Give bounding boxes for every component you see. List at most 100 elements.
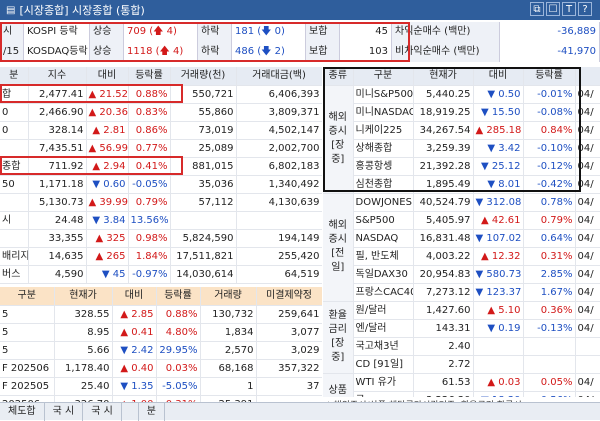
index-volume: 57,112 xyxy=(170,193,237,212)
index-value: 4,590 xyxy=(28,265,87,284)
kospi-highlight xyxy=(0,84,183,103)
futures-pct: 29.95% xyxy=(156,341,201,360)
world-change: ▲ 12.32 xyxy=(473,247,524,266)
table-row[interactable]: 독일DAX30 20,954.83 ▼ 580.73 2.85% 04/ xyxy=(323,265,600,284)
table-row[interactable]: 33,355 ▲ 325 0.98% 5,824,590 194,149 xyxy=(0,229,322,248)
table-row[interactable]: 배리지 14,635 ▲ 265 1.84% 17,511,821 255,420 xyxy=(0,247,322,266)
futures-change: ▲ 1.00 xyxy=(112,395,157,402)
table-row[interactable]: NASDAQ 16,831.48 ▼ 107.02 0.64% 04/ xyxy=(323,229,600,248)
index-amount: 255,420 xyxy=(236,247,322,266)
futures-change: ▲ 0.41 xyxy=(112,323,157,342)
futures-open-interest: 357,322 xyxy=(256,359,322,378)
world-price: 3,226.30 xyxy=(413,391,474,397)
futures-price: 8.95 xyxy=(54,323,113,342)
index-value: 7,435.51 xyxy=(28,139,87,158)
column-header[interactable]: 분 xyxy=(0,67,29,86)
world-date xyxy=(575,355,600,374)
column-header[interactable]: 등락률 xyxy=(128,67,171,86)
world-pct: 0.31% xyxy=(523,247,576,266)
bottom-tab[interactable]: 분 xyxy=(139,402,165,421)
futures-volume: 130,732 xyxy=(200,305,257,324)
table-row[interactable]: 버스 4,590 ▼ 45 -0.97% 14,030,614 64,519 xyxy=(0,265,322,284)
world-price: 61.53 xyxy=(413,373,474,392)
futures-price: 326.70 xyxy=(54,395,113,402)
futures-volume: 1 xyxy=(200,377,257,396)
table-row[interactable]: 국고채3년 2.40 xyxy=(323,337,600,356)
column-header[interactable]: 대비 xyxy=(112,287,157,306)
table-row[interactable]: 프랑스CAC40 7,273.12 ▼ 123.37 1.67% 04/ xyxy=(323,283,600,302)
column-header[interactable]: 거래대금(백) xyxy=(236,67,322,86)
world-date: 04/ xyxy=(575,229,600,248)
table-row[interactable]: 50 1,171.18 ▼ 0.60 -0.05% 35,036 1,340,492 xyxy=(0,175,322,194)
text-size-icon[interactable]: T xyxy=(562,2,576,16)
bottom-tab[interactable] xyxy=(122,402,139,421)
world-name: CD [91일] xyxy=(353,355,414,374)
table-row[interactable]: 해외 증시 [전일] DOWJONES 40,524.79 ▼ 312.08 0.78% 04… xyxy=(323,193,600,302)
table-row[interactable]: 필, 반도체 4,003.22 ▲ 12.32 0.31% 04/ xyxy=(323,247,600,266)
index-value: 5,130.73 xyxy=(28,193,87,212)
world-name: S&P500 xyxy=(353,211,414,230)
world-price: 40,524.79 xyxy=(413,193,474,212)
bottom-tab[interactable]: 국 시 xyxy=(83,402,122,421)
column-header[interactable]: 현재가 xyxy=(54,287,113,306)
table-row[interactable]: 엔/달러 143.31 ▼ 0.19 -0.13% 04/ xyxy=(323,319,600,338)
index-name xyxy=(0,139,29,158)
column-header[interactable]: 거래량 xyxy=(200,287,257,306)
help-icon[interactable]: ? xyxy=(578,2,592,16)
index-pct: 0.83% xyxy=(128,103,171,122)
index-amount: 6,406,393 xyxy=(236,85,322,104)
bottom-tab[interactable]: 국 시 xyxy=(45,402,84,421)
column-header[interactable]: 미결제약정 xyxy=(256,287,322,306)
table-row[interactable]: S&P500 5,405.97 ▲ 42.61 0.79% 04/ xyxy=(323,211,600,230)
pin-icon[interactable]: ☐ xyxy=(546,2,560,16)
table-row[interactable]: 시 24.48 ▼ 3.84 13.56% xyxy=(0,211,322,230)
world-price: 4,003.22 xyxy=(413,247,474,266)
table-row[interactable]: CD [91일] 2.72 xyxy=(323,355,600,374)
bottom-tab[interactable]: 체도합 xyxy=(0,402,45,421)
world-change: ▼ 312.08 xyxy=(473,193,524,212)
index-volume: 17,511,821 xyxy=(170,247,237,266)
futures-price: 25.40 xyxy=(54,377,113,396)
table-row[interactable]: 7,435.51 ▲ 56.99 0.77% 25,089 2,002,700 xyxy=(0,139,322,158)
table-row[interactable]: 5 328.55 ▲ 2.85 0.88% 130,732 259,641 xyxy=(0,305,322,324)
futures-name: F 202505 xyxy=(0,377,55,396)
table-row[interactable]: 상품 WTI 유가 61.53 ▲ 0.03 0.05% 04/ xyxy=(323,373,600,397)
index-amount: 6,802,183 xyxy=(236,157,322,176)
column-header[interactable]: 구분 xyxy=(0,287,55,306)
index-name: 버스 xyxy=(0,265,29,284)
world-pct xyxy=(523,355,576,374)
link-icon[interactable]: ⧉ xyxy=(530,2,544,16)
column-header[interactable]: 대비 xyxy=(86,67,129,86)
world-change: ▼ 107.02 xyxy=(473,229,524,248)
index-name: 50 xyxy=(0,175,29,194)
futures-volume: 2,570 xyxy=(200,341,257,360)
world-name: 프랑스CAC40 xyxy=(353,283,414,302)
table-row[interactable]: 5 8.95 ▲ 0.41 4.80% 1,834 3,077 xyxy=(0,323,322,342)
index-pct: 1.84% xyxy=(128,247,171,266)
table-row[interactable]: F 202506 1,178.40 ▲ 0.40 0.03% 68,168 357,322 xyxy=(0,359,322,378)
bottom-tab-bar: 체도합 국 시국 시분 xyxy=(0,402,600,421)
table-row[interactable]: 202506326.70▲ 1.000.31%25,391 xyxy=(0,395,322,402)
index-amount: 194,149 xyxy=(236,229,322,248)
column-header[interactable]: 지수 xyxy=(28,67,87,86)
index-value: 1,171.18 xyxy=(28,175,87,194)
table-row[interactable]: F 202505 25.40 ▼ 1.35 -5.05% 1 37 xyxy=(0,377,322,396)
world-name: 금 xyxy=(353,391,414,397)
index-name: 0 xyxy=(0,103,29,122)
down-arrow-icon: ▼ xyxy=(92,178,101,190)
table-row[interactable]: 0 2,466.90 ▲ 20.36 0.83% 55,860 3,809,371 xyxy=(0,103,322,122)
column-header[interactable]: 거래량(천) xyxy=(170,67,237,86)
table-row[interactable]: 5 5.66 ▼ 2.42 29.95% 2,570 3,029 xyxy=(0,341,322,360)
index-amount: 2,002,700 xyxy=(236,139,322,158)
index-pct: -0.97% xyxy=(128,265,171,284)
table-row[interactable]: 환율 금리 [장중] 원/달러 1,427.60 ▲ 5.10 0.36% 04/ xyxy=(323,301,600,374)
table-row[interactable]: 5,130.73 ▲ 39.99 0.79% 57,112 4,130,639 xyxy=(0,193,322,212)
index-volume: 55,860 xyxy=(170,103,237,122)
up-arrow-icon: ▲ xyxy=(120,326,129,338)
table-row[interactable]: 금3,226.30▼ 18.30-0.56%04/ xyxy=(323,391,600,397)
futures-open-interest xyxy=(256,395,322,402)
column-header[interactable]: 등락률 xyxy=(156,287,201,306)
table-row[interactable]: 0 328.14 ▲ 2.81 0.86% 73,019 4,502,147 xyxy=(0,121,322,140)
futures-price: 1,178.40 xyxy=(54,359,113,378)
index-name: 배리지 xyxy=(0,247,29,266)
